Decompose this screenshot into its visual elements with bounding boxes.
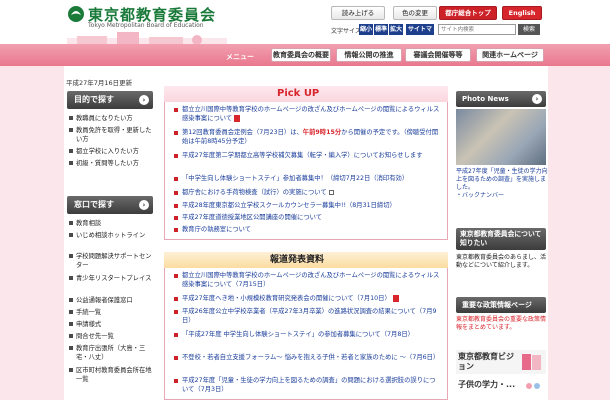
pickup-item[interactable]: 都庁舎における手荷物検査（試行）の実施について: [174, 188, 440, 197]
press-item-text: 「平成27年度 中学生向し体験ショートステイ」の参加者募集について（7月8日）: [182, 331, 414, 338]
pickup-item-text: 平成27年度第二学期都立高等学校補欠募集（転学・編入学）についてお知らせします: [182, 152, 423, 159]
pickup-item[interactable]: 都立立川国際中等教育学校のホームページの改ざん及びホームページの閲覧によるウィル…: [174, 105, 440, 123]
pickup-item-text: 都庁舎における手荷物検査（試行）の実施について: [182, 189, 327, 196]
press-item[interactable]: 平成27年度「児童・生徒の学力向上を図るための調査」の問題における選択肢の誤りに…: [174, 376, 440, 394]
chevron-right-icon: ›: [139, 95, 149, 105]
pickup-item-text: 都立立川国際中等教育学校のホームページの改ざん及びホームページの閲覧によるウィル…: [182, 106, 440, 123]
pdf-icon: [234, 114, 241, 122]
pdf-icon: [392, 294, 399, 302]
nav-item[interactable]: 問合せ先一覧: [67, 332, 153, 341]
press-item[interactable]: 都立立川国際中等教育学校のホームページの改ざん及びホームページの閲覧によるウィル…: [174, 271, 440, 289]
press-title: 報道発表資料: [270, 255, 325, 265]
color-change-button[interactable]: 色の変更: [393, 6, 437, 20]
nav-heading-label: 窓口で探す: [74, 200, 114, 209]
press-item[interactable]: 「平成27年度 中学生向し体験ショートステイ」の参加者募集について（7月8日）: [174, 330, 440, 339]
nav-item[interactable]: 教育庁出張所（大島・三宅・八丈）: [67, 344, 153, 362]
nav-item[interactable]: 学校問題解決サポートセンター: [67, 252, 153, 270]
nav-heading-counter: 窓口で探す ›: [67, 196, 153, 214]
press-item[interactable]: 平成26年度公立中学校卒業者（平成27年3月卒業）の進路状況調査の結果について（…: [174, 307, 440, 325]
pickup-item-text: 平成27年度道徳授業地区公開講座の開催について: [182, 214, 323, 221]
photo-news-title: Photo News: [462, 95, 509, 103]
nav-item[interactable]: 教員免許を取得・更新したい方: [67, 126, 153, 144]
nav-item[interactable]: 教職員になりたい方: [67, 114, 153, 123]
chevron-right-icon: ›: [139, 200, 149, 210]
nav-heading-purpose: 目的で探す ›: [67, 91, 153, 109]
nav-list-purpose: 教職員になりたい方 教員免許を取得・更新したい方 都立学校に入りたい方 初級・質…: [67, 111, 153, 181]
pickup-item[interactable]: 平成27年度第二学期都立高等学校補欠募集（転学・編入学）についてお知らせします: [174, 151, 440, 160]
policy-title: 重要な政策情報ページ: [462, 301, 532, 309]
nav-heading-label: 目的で探す: [74, 95, 114, 104]
press-item-text: 都立立川国際中等教育学校のホームページの改ざん及びホームページの閲覧によるウィル…: [182, 272, 440, 289]
update-date: 平成27年7月16日更新: [66, 79, 133, 87]
nav-item[interactable]: 区市町村教育委員会所在地一覧: [67, 366, 153, 384]
sitemap-button[interactable]: サイトマップ: [406, 24, 434, 44]
press-item-text: 平成27年度へき地・小規模校教育研究発表会の開催について（7月10日）: [182, 295, 391, 302]
search-input[interactable]: [438, 24, 516, 35]
menu-item-related[interactable]: 関連ホームページ: [476, 48, 544, 62]
nav-item[interactable]: 初級・質問等したい方: [67, 159, 153, 168]
policy-heading[interactable]: 重要な政策情報ページ: [456, 297, 546, 313]
font-size-standard-button[interactable]: 標準: [374, 24, 388, 35]
pickup-item[interactable]: 平成28年度東京都公立学校スクールカウンセラー募集中!!（8月31日締切）: [174, 201, 440, 210]
press-item[interactable]: 不登校・若者自立支援フォーラム～ 悩みを抱える子供・若者と家族のために ～（7月…: [174, 353, 440, 362]
read-aloud-button[interactable]: 読み上げる: [331, 6, 385, 20]
menu-item-disclosure[interactable]: 情報公開の推進: [336, 48, 402, 62]
pickup-item[interactable]: 教育庁の執務室について: [174, 225, 440, 234]
children-icon: [526, 383, 540, 389]
pickup-item[interactable]: 第12回教育委員会定例会（7月23日）は、午前9時15分から開催の予定です。（傍…: [174, 128, 440, 146]
policy-text: 東京都教育委員会の重要な政策情報をまとめています。: [456, 316, 547, 331]
font-size-large-button[interactable]: 拡大: [389, 24, 403, 35]
pickup-item-text: 第12回教育委員会定例会（7月23日）は、午前9時15分から開催の予定です。（傍…: [182, 129, 439, 146]
search-button[interactable]: 検索: [518, 24, 540, 35]
student-banner-label: 子供の学力・...: [458, 380, 516, 389]
nav-item[interactable]: 公益通報者保護窓口: [67, 296, 153, 305]
pickup-item-text: 平成28年度東京都公立学校スクールカウンセラー募集中!!（8月31日締切）: [182, 202, 396, 209]
nav-item[interactable]: 教育相談: [67, 219, 153, 228]
press-item-text: 平成27年度「児童・生徒の学力向上を図るための調査」の問題における選択肢の誤りに…: [182, 377, 436, 394]
english-button[interactable]: English: [502, 6, 542, 20]
press-item-text: 平成26年度公立中学校卒業者（平成27年3月卒業）の進路状況調査の結果について（…: [182, 308, 437, 325]
photo-news-caption[interactable]: 平成27年度「児童・生徒の学力向上を図るための調査」を実施しました。 ・バックナン…: [456, 168, 548, 200]
nav-item[interactable]: 手続一覧: [67, 308, 153, 317]
vision-label: 東京都教育ビジョン: [458, 352, 514, 371]
press-item[interactable]: 平成27年度へき地・小規模校教育研究発表会の開催について（7月10日）: [174, 294, 440, 303]
metro-top-button[interactable]: 都庁総合トップ: [439, 6, 497, 20]
about-text: 東京都教育委員会のあらまし、活動などについて紹介します。: [456, 254, 547, 269]
press-item-text: 不登校・若者自立支援フォーラム～ 悩みを抱える子供・若者と家族のために ～（7月…: [182, 354, 440, 361]
tokyo-logo-icon: [68, 6, 84, 22]
pickup-item-text: 「中学生向し体験ショートステイ」参加者募集中！（締切7月22日（消印有効）: [182, 175, 409, 182]
font-size-small-button[interactable]: 縮小: [359, 24, 373, 35]
pickup-title: Pick UP: [277, 88, 320, 99]
font-size-label: 文字サイズ: [331, 28, 361, 35]
pickup-item[interactable]: 「中学生向し体験ショートステイ」参加者募集中！（締切7月22日（消印有効）: [174, 174, 440, 183]
photo-caption-text: 平成27年度「児童・生徒の学力向上を図るための調査」を実施しました。: [456, 168, 548, 191]
menu-item-council[interactable]: 審議会開催等等: [405, 48, 471, 62]
menu-item-overview[interactable]: 教育委員会の概要: [271, 48, 331, 62]
nav-item[interactable]: いじめ相談ホットライン: [67, 231, 153, 240]
about-heading[interactable]: 東京都教育委員会について知りたい: [456, 228, 546, 250]
photo-news-image[interactable]: [456, 109, 546, 165]
pickup-item[interactable]: 平成27年度道徳授業地区公開講座の開催について: [174, 213, 440, 222]
photo-news-heading[interactable]: Photo News ›: [456, 91, 546, 107]
nav-item[interactable]: 申請様式: [67, 320, 153, 329]
pickup-item-text: 教育庁の執務室について: [182, 226, 252, 233]
nav-item[interactable]: 都立学校に入りたい方: [67, 147, 153, 156]
menu-label: メニュー: [226, 53, 254, 61]
nav-list-counter: 教育相談 いじめ相談ホットライン 学校問題解決サポートセンター 青少年リスタート…: [67, 216, 153, 400]
highlight-text: 午前9時15分: [302, 129, 342, 136]
nav-item[interactable]: 青少年リスタートプレイス: [67, 274, 153, 283]
chevron-right-icon: ›: [532, 94, 542, 104]
external-link-icon: [328, 189, 334, 195]
book-icon: [522, 354, 541, 370]
backnumber-link[interactable]: バックナンバー: [462, 192, 504, 199]
